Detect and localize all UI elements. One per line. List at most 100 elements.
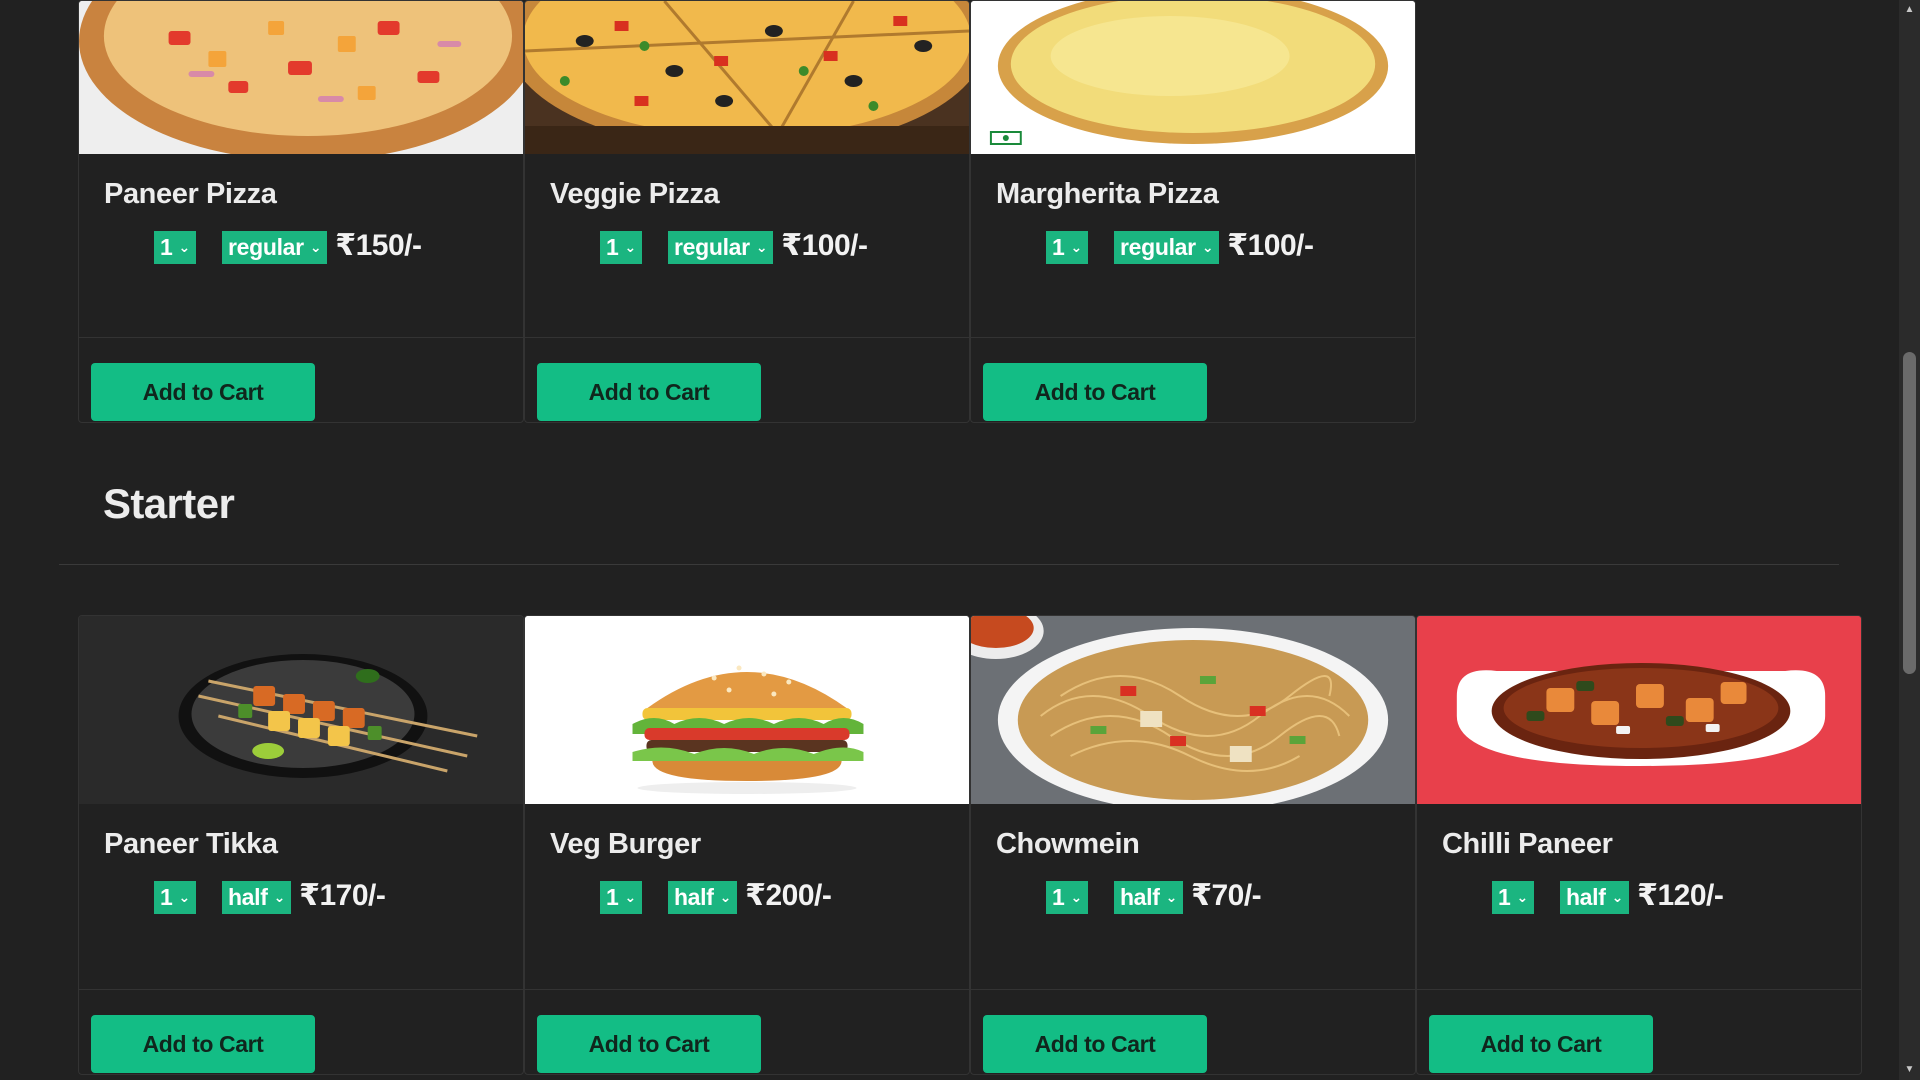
quantity-value: 1 xyxy=(1052,234,1065,260)
chilli-paneer-image xyxy=(1417,616,1861,804)
card-body: Veg Burger 1 ⌄ half ⌄ ₹200/- xyxy=(525,804,969,989)
scroll-thumb[interactable] xyxy=(1903,352,1916,674)
scroll-up-arrow-icon[interactable]: ▲ xyxy=(1899,0,1920,20)
veg-burger-image xyxy=(525,616,969,804)
chowmein-image xyxy=(971,616,1415,804)
quantity-select[interactable]: 1 ⌄ xyxy=(154,881,196,914)
item-options: 1 ⌄ regular ⌄ ₹100/- xyxy=(550,229,944,264)
chevron-down-icon: ⌄ xyxy=(1516,889,1529,905)
size-value: regular xyxy=(673,234,750,260)
menu-card: Chowmein 1 ⌄ half ⌄ ₹70/- Add to Cart xyxy=(970,615,1416,1075)
chevron-down-icon: ⌄ xyxy=(719,889,732,905)
chevron-down-icon: ⌄ xyxy=(273,889,286,905)
page-scrollbar[interactable]: ▲ ▼ xyxy=(1899,0,1920,1080)
quantity-value: 1 xyxy=(1498,884,1511,910)
size-value: half xyxy=(673,884,714,910)
card-footer: Add to Cart xyxy=(971,337,1415,422)
card-body: Paneer Tikka 1 ⌄ half ⌄ ₹170/- xyxy=(79,804,523,989)
item-options: 1 ⌄ half ⌄ ₹70/- xyxy=(996,879,1390,914)
card-footer: Add to Cart xyxy=(525,989,969,1074)
card-footer: Add to Cart xyxy=(525,337,969,422)
item-price: ₹100/- xyxy=(1227,229,1314,262)
chevron-down-icon: ⌄ xyxy=(1165,889,1178,905)
item-price: ₹170/- xyxy=(299,879,386,912)
item-price: ₹150/- xyxy=(335,229,422,262)
item-options: 1 ⌄ half ⌄ ₹120/- xyxy=(1442,879,1836,914)
item-options: 1 ⌄ regular ⌄ ₹100/- xyxy=(996,229,1390,264)
size-select[interactable]: regular ⌄ xyxy=(667,231,774,264)
chevron-down-icon: ⌄ xyxy=(178,889,191,905)
chevron-down-icon: ⌄ xyxy=(755,239,768,255)
item-price: ₹200/- xyxy=(745,879,832,912)
quantity-select[interactable]: 1 ⌄ xyxy=(600,881,642,914)
menu-card: Veg Burger 1 ⌄ half ⌄ ₹200/- Add to Cart xyxy=(524,615,970,1075)
item-price: ₹70/- xyxy=(1191,879,1262,912)
size-value: regular xyxy=(227,234,304,260)
veggie-pizza-image xyxy=(525,1,969,154)
item-name: Veg Burger xyxy=(550,828,701,860)
add-to-cart-button[interactable]: Add to Cart xyxy=(537,1015,761,1073)
add-to-cart-button[interactable]: Add to Cart xyxy=(983,1015,1207,1073)
chevron-down-icon: ⌄ xyxy=(624,239,637,255)
size-select[interactable]: half ⌄ xyxy=(1559,881,1630,914)
quantity-value: 1 xyxy=(606,234,619,260)
quantity-value: 1 xyxy=(606,884,619,910)
scroll-down-arrow-icon[interactable]: ▼ xyxy=(1899,1060,1920,1080)
add-to-cart-button[interactable]: Add to Cart xyxy=(91,1015,315,1073)
quantity-value: 1 xyxy=(160,234,173,260)
item-price: ₹120/- xyxy=(1637,879,1724,912)
item-name: Chowmein xyxy=(996,828,1140,860)
menu-page: Paneer Pizza 1 ⌄ regular ⌄ ₹150/- Add to… xyxy=(0,0,1899,1080)
item-name: Paneer Tikka xyxy=(104,828,278,860)
item-options: 1 ⌄ regular ⌄ ₹150/- xyxy=(104,229,498,264)
size-select[interactable]: half ⌄ xyxy=(221,881,292,914)
item-name: Paneer Pizza xyxy=(104,178,277,210)
add-to-cart-button[interactable]: Add to Cart xyxy=(1429,1015,1653,1073)
add-to-cart-button[interactable]: Add to Cart xyxy=(983,363,1207,421)
size-value: half xyxy=(227,884,268,910)
margherita-pizza-image xyxy=(971,1,1415,154)
chevron-down-icon: ⌄ xyxy=(1611,889,1624,905)
card-body: Veggie Pizza 1 ⌄ regular ⌄ ₹100/- xyxy=(525,154,969,337)
size-value: half xyxy=(1119,884,1160,910)
quantity-select[interactable]: 1 ⌄ xyxy=(600,231,642,264)
menu-card: Paneer Pizza 1 ⌄ regular ⌄ ₹150/- Add to… xyxy=(78,0,524,423)
size-value: half xyxy=(1565,884,1606,910)
card-body: Chowmein 1 ⌄ half ⌄ ₹70/- xyxy=(971,804,1415,989)
card-footer: Add to Cart xyxy=(1417,989,1861,1074)
add-to-cart-button[interactable]: Add to Cart xyxy=(537,363,761,421)
starter-card-row: Paneer Tikka 1 ⌄ half ⌄ ₹170/- Add to Ca… xyxy=(78,615,1862,1075)
size-select[interactable]: regular ⌄ xyxy=(221,231,328,264)
paneer-tikka-image xyxy=(79,616,523,804)
quantity-value: 1 xyxy=(160,884,173,910)
quantity-select[interactable]: 1 ⌄ xyxy=(1046,881,1088,914)
section-divider xyxy=(59,564,1839,565)
menu-card: Paneer Tikka 1 ⌄ half ⌄ ₹170/- Add to Ca… xyxy=(78,615,524,1075)
menu-card: Chilli Paneer 1 ⌄ half ⌄ ₹120/- Add to C… xyxy=(1416,615,1862,1075)
item-name: Margherita Pizza xyxy=(996,178,1219,210)
section-title-starter: Starter xyxy=(103,480,235,527)
item-name: Veggie Pizza xyxy=(550,178,720,210)
pizza-card-row: Paneer Pizza 1 ⌄ regular ⌄ ₹150/- Add to… xyxy=(78,0,1416,423)
chevron-down-icon: ⌄ xyxy=(178,239,191,255)
card-body: Margherita Pizza 1 ⌄ regular ⌄ ₹100/- xyxy=(971,154,1415,337)
card-footer: Add to Cart xyxy=(971,989,1415,1074)
size-select[interactable]: regular ⌄ xyxy=(1113,231,1220,264)
quantity-select[interactable]: 1 ⌄ xyxy=(154,231,196,264)
item-options: 1 ⌄ half ⌄ ₹200/- xyxy=(550,879,944,914)
chevron-down-icon: ⌄ xyxy=(1070,889,1083,905)
quantity-select[interactable]: 1 ⌄ xyxy=(1046,231,1088,264)
quantity-select[interactable]: 1 ⌄ xyxy=(1492,881,1534,914)
item-name: Chilli Paneer xyxy=(1442,828,1613,860)
size-value: regular xyxy=(1119,234,1196,260)
chevron-down-icon: ⌄ xyxy=(1070,239,1083,255)
size-select[interactable]: half ⌄ xyxy=(667,881,738,914)
quantity-value: 1 xyxy=(1052,884,1065,910)
card-body: Chilli Paneer 1 ⌄ half ⌄ ₹120/- xyxy=(1417,804,1861,989)
size-select[interactable]: half ⌄ xyxy=(1113,881,1184,914)
chevron-down-icon: ⌄ xyxy=(1201,239,1214,255)
menu-card: Veggie Pizza 1 ⌄ regular ⌄ ₹100/- Add to… xyxy=(524,0,970,423)
add-to-cart-button[interactable]: Add to Cart xyxy=(91,363,315,421)
card-footer: Add to Cart xyxy=(79,989,523,1074)
chevron-down-icon: ⌄ xyxy=(624,889,637,905)
